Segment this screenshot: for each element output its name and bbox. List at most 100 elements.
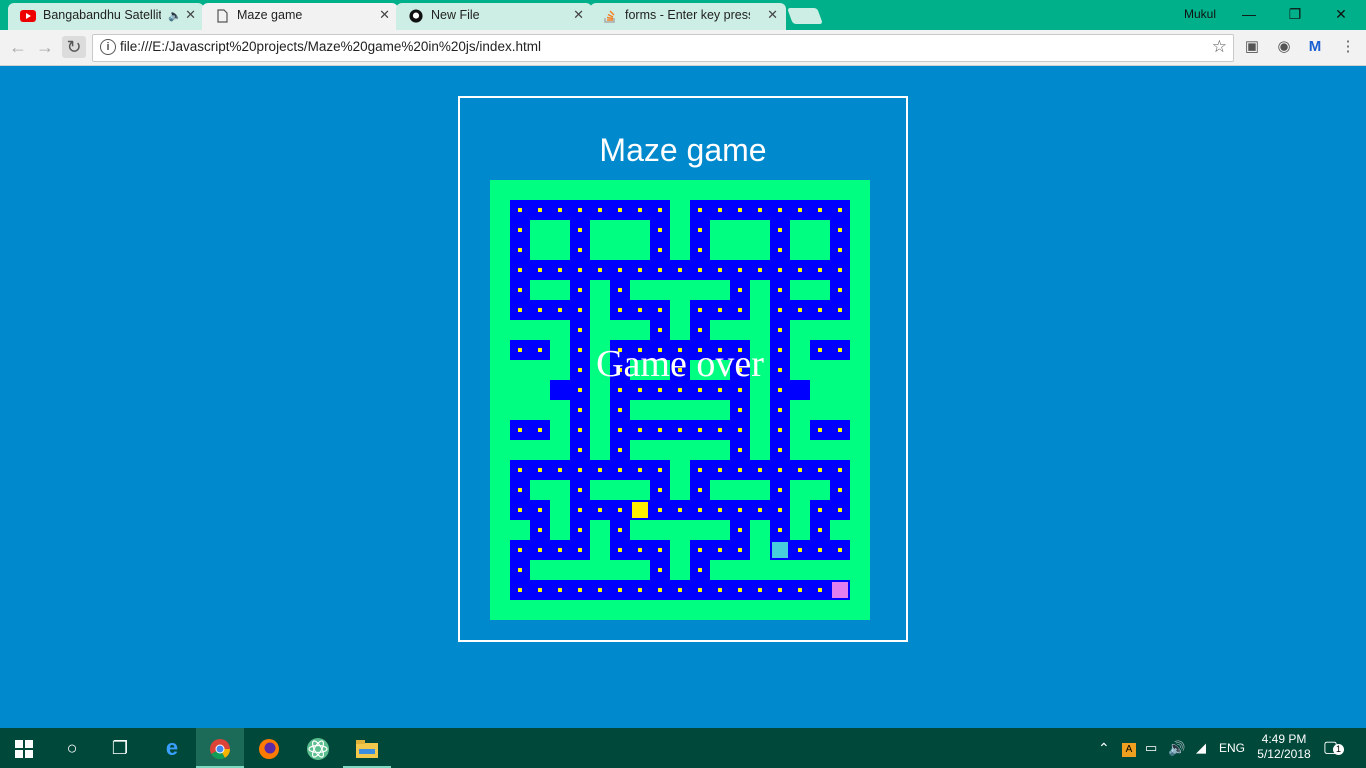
maze-wall <box>590 480 610 500</box>
tab-bangabandhu[interactable]: Bangabandhu Satellite 🔈 ✕ <box>8 3 204 30</box>
language-indicator[interactable]: ENG <box>1219 728 1245 768</box>
pellet <box>658 248 662 252</box>
atom-icon[interactable] <box>294 728 342 768</box>
audio-playing-icon[interactable]: 🔈 <box>168 9 182 22</box>
minimize-button[interactable]: — <box>1226 3 1272 27</box>
file-explorer-icon[interactable] <box>343 728 391 768</box>
task-view-icon[interactable]: ❐ <box>96 728 144 768</box>
pellet <box>738 288 742 292</box>
cortana-icon[interactable]: ○ <box>48 728 96 768</box>
pellet <box>718 548 722 552</box>
reload-button[interactable]: ↻ <box>62 36 86 58</box>
pellet <box>678 268 682 272</box>
forward-button[interactable]: → <box>33 36 57 58</box>
input-method-icon[interactable]: A <box>1122 728 1136 768</box>
volume-icon[interactable]: 🔊 <box>1168 728 1185 768</box>
maze-wall <box>670 440 690 460</box>
pellet <box>558 268 562 272</box>
maze-wall <box>830 560 850 580</box>
pellet <box>738 408 742 412</box>
youtube-icon <box>20 10 36 22</box>
chrome-icon[interactable] <box>196 728 244 768</box>
restore-button[interactable]: ❐ <box>1272 3 1318 27</box>
maze-wall <box>710 520 730 540</box>
maze-wall <box>590 520 610 540</box>
maze-wall <box>630 240 650 260</box>
maze-wall <box>590 540 610 560</box>
tab-title: Bangabandhu Satellite <box>43 8 161 22</box>
maze-wall <box>790 500 810 520</box>
back-button[interactable]: ← <box>6 36 30 58</box>
pellet <box>518 488 522 492</box>
pellet <box>618 588 622 592</box>
pellet <box>698 508 702 512</box>
maze-wall <box>810 360 830 380</box>
pellet <box>738 448 742 452</box>
maze-wall <box>830 320 850 340</box>
pellet <box>578 408 582 412</box>
pellet <box>718 348 722 352</box>
wifi-icon[interactable]: ◢ <box>1196 728 1206 768</box>
pellet <box>618 208 622 212</box>
pellet <box>778 308 782 312</box>
close-window-button[interactable]: ✕ <box>1318 3 1364 27</box>
pellet <box>638 208 642 212</box>
pellet <box>518 588 522 592</box>
maze-wall <box>590 280 610 300</box>
pellet <box>538 348 542 352</box>
pellet <box>778 328 782 332</box>
pellet <box>838 208 842 212</box>
maze-wall <box>650 520 670 540</box>
tab-stackoverflow[interactable]: forms - Enter key press e ✕ <box>590 3 786 30</box>
firefox-icon[interactable] <box>245 728 293 768</box>
pellet <box>558 588 562 592</box>
maze-wall <box>510 440 550 460</box>
maze-wall <box>570 560 590 580</box>
maze-wall <box>630 360 650 380</box>
pellet <box>738 548 742 552</box>
show-hidden-icons[interactable]: ⌃ <box>1098 728 1110 768</box>
maze-wall <box>810 440 850 460</box>
maze-wall <box>730 240 750 260</box>
pellet <box>578 268 582 272</box>
pellet <box>798 548 802 552</box>
pellet <box>538 528 542 532</box>
maze-wall <box>530 480 550 500</box>
new-tab-button[interactable] <box>787 8 823 24</box>
pellet <box>578 288 582 292</box>
pellet <box>618 448 622 452</box>
pellet <box>518 428 522 432</box>
tab-new-file[interactable]: New File ✕ <box>396 3 592 30</box>
maze-wall <box>550 480 570 500</box>
info-icon[interactable]: i <box>100 39 116 55</box>
pellet <box>518 348 522 352</box>
maze-wall <box>590 420 610 440</box>
tab-close-icon[interactable]: ✕ <box>379 7 390 23</box>
gmail-extension-icon[interactable]: M <box>1305 37 1325 57</box>
pellet <box>618 428 622 432</box>
pellet <box>578 488 582 492</box>
maze-wall <box>750 360 770 380</box>
pellet <box>558 548 562 552</box>
tab-close-icon[interactable]: ✕ <box>185 7 196 23</box>
pellet <box>538 508 542 512</box>
pellet <box>678 508 682 512</box>
eye-extension-icon[interactable]: ◉ <box>1274 37 1294 57</box>
ghost-square <box>772 542 788 558</box>
tab-close-icon[interactable]: ✕ <box>573 7 584 23</box>
battery-icon[interactable]: ▭ <box>1145 728 1157 768</box>
menu-icon[interactable]: ⋮ <box>1338 37 1358 57</box>
fullscreen-extension-icon[interactable]: ▣ <box>1242 37 1262 57</box>
pellet <box>638 268 642 272</box>
clock[interactable]: 4:49 PM 5/12/2018 <box>1254 728 1314 768</box>
action-center-icon[interactable]: ▢ 1 <box>1323 728 1344 768</box>
tab-maze-game[interactable]: Maze game ✕ <box>202 3 398 30</box>
maze-wall <box>610 320 630 340</box>
start-icon[interactable] <box>0 728 48 768</box>
url-text[interactable]: file:///E:/Javascript%20projects/Maze%20… <box>120 39 541 54</box>
profile-name[interactable]: Mukul <box>1184 7 1216 21</box>
edge-icon[interactable]: e <box>148 728 196 768</box>
tab-close-icon[interactable]: ✕ <box>767 7 778 23</box>
bookmark-star-icon[interactable]: ☆ <box>1212 37 1227 57</box>
address-bar[interactable]: i file:///E:/Javascript%20projects/Maze%… <box>92 34 1234 62</box>
